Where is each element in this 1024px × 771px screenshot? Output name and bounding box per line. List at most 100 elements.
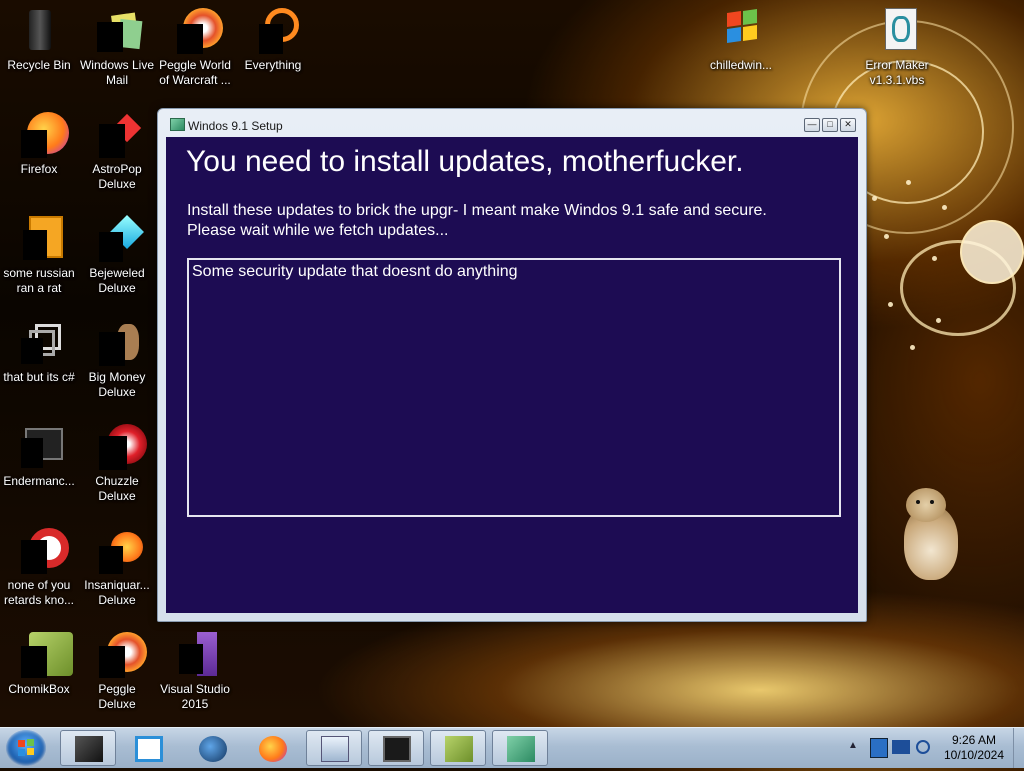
chuzzle-icon [93, 422, 147, 470]
desktop-icon-insaniquarium[interactable]: Insaniquar... Deluxe [78, 526, 156, 608]
action-center-icon[interactable] [892, 740, 910, 754]
peggle-icon [171, 6, 223, 54]
taskbar-button-media-player[interactable] [120, 730, 176, 766]
taskbar-button-terminal[interactable] [60, 730, 116, 766]
taskbar: ▲ 9:26 AM 10/10/2024 [0, 727, 1024, 768]
desktop-icon-label: Big Money Deluxe [88, 370, 146, 399]
show-desktop-button[interactable] [1013, 728, 1024, 768]
desktop-icon-label: ChomikBox [8, 682, 70, 696]
setup-description: Install these updates to brick the upgr-… [187, 201, 767, 241]
desktop-icon-label: Chuzzle Deluxe [95, 474, 139, 503]
astropop-icon [93, 110, 142, 158]
window-stack-icon [15, 318, 63, 366]
taskbar-button-calculator[interactable] [306, 730, 362, 766]
desktop-icon-label: some russian ran a rat [3, 266, 75, 295]
desktop-icon-label: Visual Studio 2015 [160, 682, 230, 711]
desktop-icon-some-russian[interactable]: some russian ran a rat [0, 214, 78, 296]
display-icon [383, 736, 411, 762]
firefox-icon [15, 110, 69, 158]
desktop-icon-error-maker[interactable]: Error Maker v1.3.1.vbs [858, 6, 936, 88]
desktop-icon-label: that but its c# [3, 370, 75, 384]
everything-icon [249, 6, 299, 54]
globe-icon [199, 736, 227, 762]
volume-icon[interactable] [916, 740, 930, 754]
chomikbox-icon [445, 736, 473, 762]
window-titlebar[interactable]: Windos 9.1 Setup — □ ✕ [158, 109, 866, 137]
calculator-icon [321, 736, 349, 762]
minimize-button[interactable]: — [804, 118, 820, 132]
system-tray: ▲ [848, 732, 936, 764]
desktop-icon-label: Peggle World of Warcraft ... [159, 58, 231, 87]
desktop-icon-label: Recycle Bin [7, 58, 71, 72]
clock-time: 9:26 AM [951, 733, 997, 747]
network-icon[interactable] [870, 738, 888, 758]
desktop-icon-chomikbox[interactable]: ChomikBox [0, 630, 78, 697]
windows-logo-icon [717, 6, 765, 54]
windows-logo-icon [18, 739, 34, 756]
setup-app-icon [170, 118, 185, 131]
taskbar-button-display[interactable] [368, 730, 424, 766]
fish-icon [93, 526, 143, 574]
caption-buttons: — □ ✕ [804, 118, 856, 132]
firefox-icon [259, 736, 287, 762]
clock-date: 10/10/2024 [943, 748, 1005, 762]
desktop-icon-label: Peggle Deluxe [98, 682, 136, 711]
vbs-script-icon [873, 6, 921, 54]
taskbar-button-setup[interactable] [492, 730, 548, 766]
desktop-icon-label: chilledwin... [709, 58, 773, 72]
list-item[interactable]: Some security update that doesnt do anyt… [192, 263, 518, 281]
taskbar-clock[interactable]: 9:26 AM 10/10/2024 [936, 733, 1012, 763]
bejeweled-icon [93, 214, 144, 262]
start-button[interactable] [6, 730, 46, 766]
taskbar-button-globe[interactable] [184, 730, 240, 766]
setup-window[interactable]: Windos 9.1 Setup — □ ✕ You need to insta… [157, 108, 867, 622]
terminal-icon [75, 736, 103, 762]
desktop-icon-chilledwin[interactable]: chilledwin... [702, 6, 780, 73]
opera-icon [15, 526, 69, 574]
media-player-icon [135, 736, 163, 762]
taskbar-button-firefox[interactable] [244, 730, 300, 766]
visual-studio-icon [171, 630, 219, 678]
setup-status-line: Please wait while we fetch updates... [187, 222, 449, 239]
setup-description-line: Install these updates to brick the upgr-… [187, 202, 767, 219]
tray-expand-icon[interactable]: ▲ [848, 740, 858, 751]
desktop-icon-firefox[interactable]: Firefox [0, 110, 78, 177]
desktop-icon-label: Endermanc... [3, 474, 75, 488]
desktop-icon-that-but-csharp[interactable]: that but its c# [0, 318, 78, 385]
setup-headline: You need to install updates, motherfucke… [186, 145, 744, 178]
desktop-icon-label: Everything [244, 58, 302, 72]
desktop-icon-bejeweled[interactable]: Bejeweled Deluxe [78, 214, 156, 296]
desktop-icon-none-of-you[interactable]: none of you retards kno... [0, 526, 78, 608]
desktop-icon-visual-studio[interactable]: Visual Studio 2015 [156, 630, 234, 712]
desktop-icon-label: AstroPop Deluxe [92, 162, 142, 191]
desktop-icon-label: Bejeweled Deluxe [89, 266, 145, 295]
desktop-icon-label: Firefox [20, 162, 58, 176]
desktop-icon-peggle-wow[interactable]: Peggle World of Warcraft ... [156, 6, 234, 88]
recycle-bin-icon [15, 6, 63, 54]
desktop-icon-label: Insaniquar... Deluxe [84, 578, 150, 607]
desktop-icon-peggle-deluxe[interactable]: Peggle Deluxe [78, 630, 156, 712]
desktop-icon-astropop[interactable]: AstroPop Deluxe [78, 110, 156, 192]
window-title: Windos 9.1 Setup [188, 119, 283, 133]
big-money-icon [93, 318, 141, 366]
desktop-icon-recycle-bin[interactable]: Recycle Bin [0, 6, 78, 73]
mail-icon [93, 6, 143, 54]
desktop-icon-label: none of you retards kno... [3, 578, 75, 607]
setup-icon [507, 736, 535, 762]
chomikbox-icon [15, 630, 73, 678]
desktop-icon-windows-live-mail[interactable]: Windows Live Mail [78, 6, 156, 88]
peggle-icon [93, 630, 147, 678]
desktop-icon-big-money[interactable]: Big Money Deluxe [78, 318, 156, 400]
desktop-icon-endermanch[interactable]: Endermanc... [0, 422, 78, 489]
update-list[interactable]: Some security update that doesnt do anyt… [187, 258, 841, 517]
monitor-icon [15, 422, 63, 470]
hamster-sticker [900, 488, 962, 584]
setup-content: You need to install updates, motherfucke… [166, 137, 858, 613]
close-button[interactable]: ✕ [840, 118, 856, 132]
desktop-icon-label: Error Maker v1.3.1.vbs [865, 58, 929, 87]
desktop-icon-chuzzle[interactable]: Chuzzle Deluxe [78, 422, 156, 504]
maximize-button[interactable]: □ [822, 118, 838, 132]
desktop-icon-label: Windows Live Mail [79, 58, 155, 87]
taskbar-button-chomikbox[interactable] [430, 730, 486, 766]
desktop-icon-everything[interactable]: Everything [234, 6, 312, 73]
